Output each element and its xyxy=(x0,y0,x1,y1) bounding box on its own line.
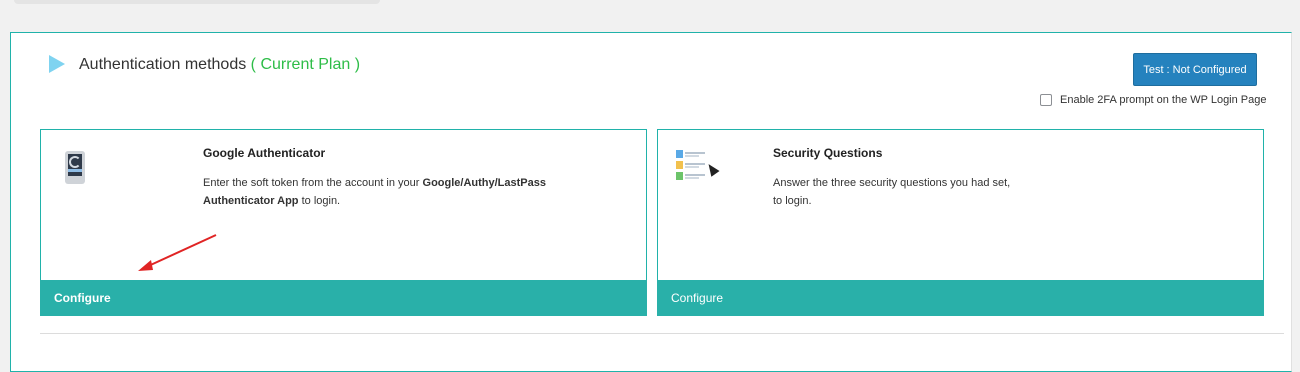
enable-2fa-label: Enable 2FA prompt on the WP Login Page xyxy=(1060,94,1267,106)
test-button[interactable]: Test : Not Configured xyxy=(1133,53,1257,86)
current-plan-label: ( Current Plan ) xyxy=(250,56,361,73)
card-description: Answer the three security questions you … xyxy=(773,174,1073,210)
google-authenticator-icon xyxy=(65,151,85,184)
token-digits xyxy=(68,169,82,172)
configure-security-questions-button[interactable]: Configure xyxy=(657,280,1264,316)
question-row xyxy=(676,150,708,158)
divider xyxy=(40,333,1284,334)
desc-text: Enter the soft token from the account in… xyxy=(203,177,423,189)
auth-methods-panel: Authentication methods ( Current Plan ) … xyxy=(10,32,1292,372)
arrow-shaft xyxy=(143,234,217,269)
card-title: Security Questions xyxy=(773,146,883,160)
configure-google-authenticator-button[interactable]: Configure xyxy=(40,280,647,316)
top-scroll-strip xyxy=(14,0,380,4)
question-row xyxy=(676,172,708,180)
answer-line xyxy=(685,155,699,157)
card-title: Google Authenticator xyxy=(203,146,326,160)
arrow-head xyxy=(138,260,153,271)
answer-line xyxy=(685,177,699,179)
question-mark-icon xyxy=(676,172,683,180)
question-row xyxy=(676,161,708,169)
question-line xyxy=(685,174,705,176)
desc-text-end: to login. xyxy=(298,195,341,207)
desc-line: Answer the three security questions you … xyxy=(773,177,1011,189)
page-title: Authentication methods ( Current Plan ) xyxy=(79,56,360,74)
desc-line: to login. xyxy=(773,195,812,207)
google-authenticator-card: Google Authenticator Enter the soft toke… xyxy=(40,129,647,316)
enable-2fa-checkbox[interactable] xyxy=(1040,94,1052,106)
annotation-arrow-icon xyxy=(138,234,217,271)
enable-2fa-prompt-row[interactable]: Enable 2FA prompt on the WP Login Page xyxy=(1040,94,1267,106)
question-line xyxy=(685,163,705,165)
play-icon xyxy=(49,55,65,73)
card-description: Enter the soft token from the account in… xyxy=(203,174,613,210)
authenticator-logo-icon xyxy=(69,156,81,168)
question-mark-icon xyxy=(676,161,683,169)
security-questions-icon xyxy=(676,150,720,184)
answer-line xyxy=(685,166,699,168)
page-title-text: Authentication methods xyxy=(79,56,247,73)
question-line xyxy=(685,152,705,154)
question-mark-icon xyxy=(676,150,683,158)
security-questions-card: Security Questions Answer the three secu… xyxy=(657,129,1264,316)
